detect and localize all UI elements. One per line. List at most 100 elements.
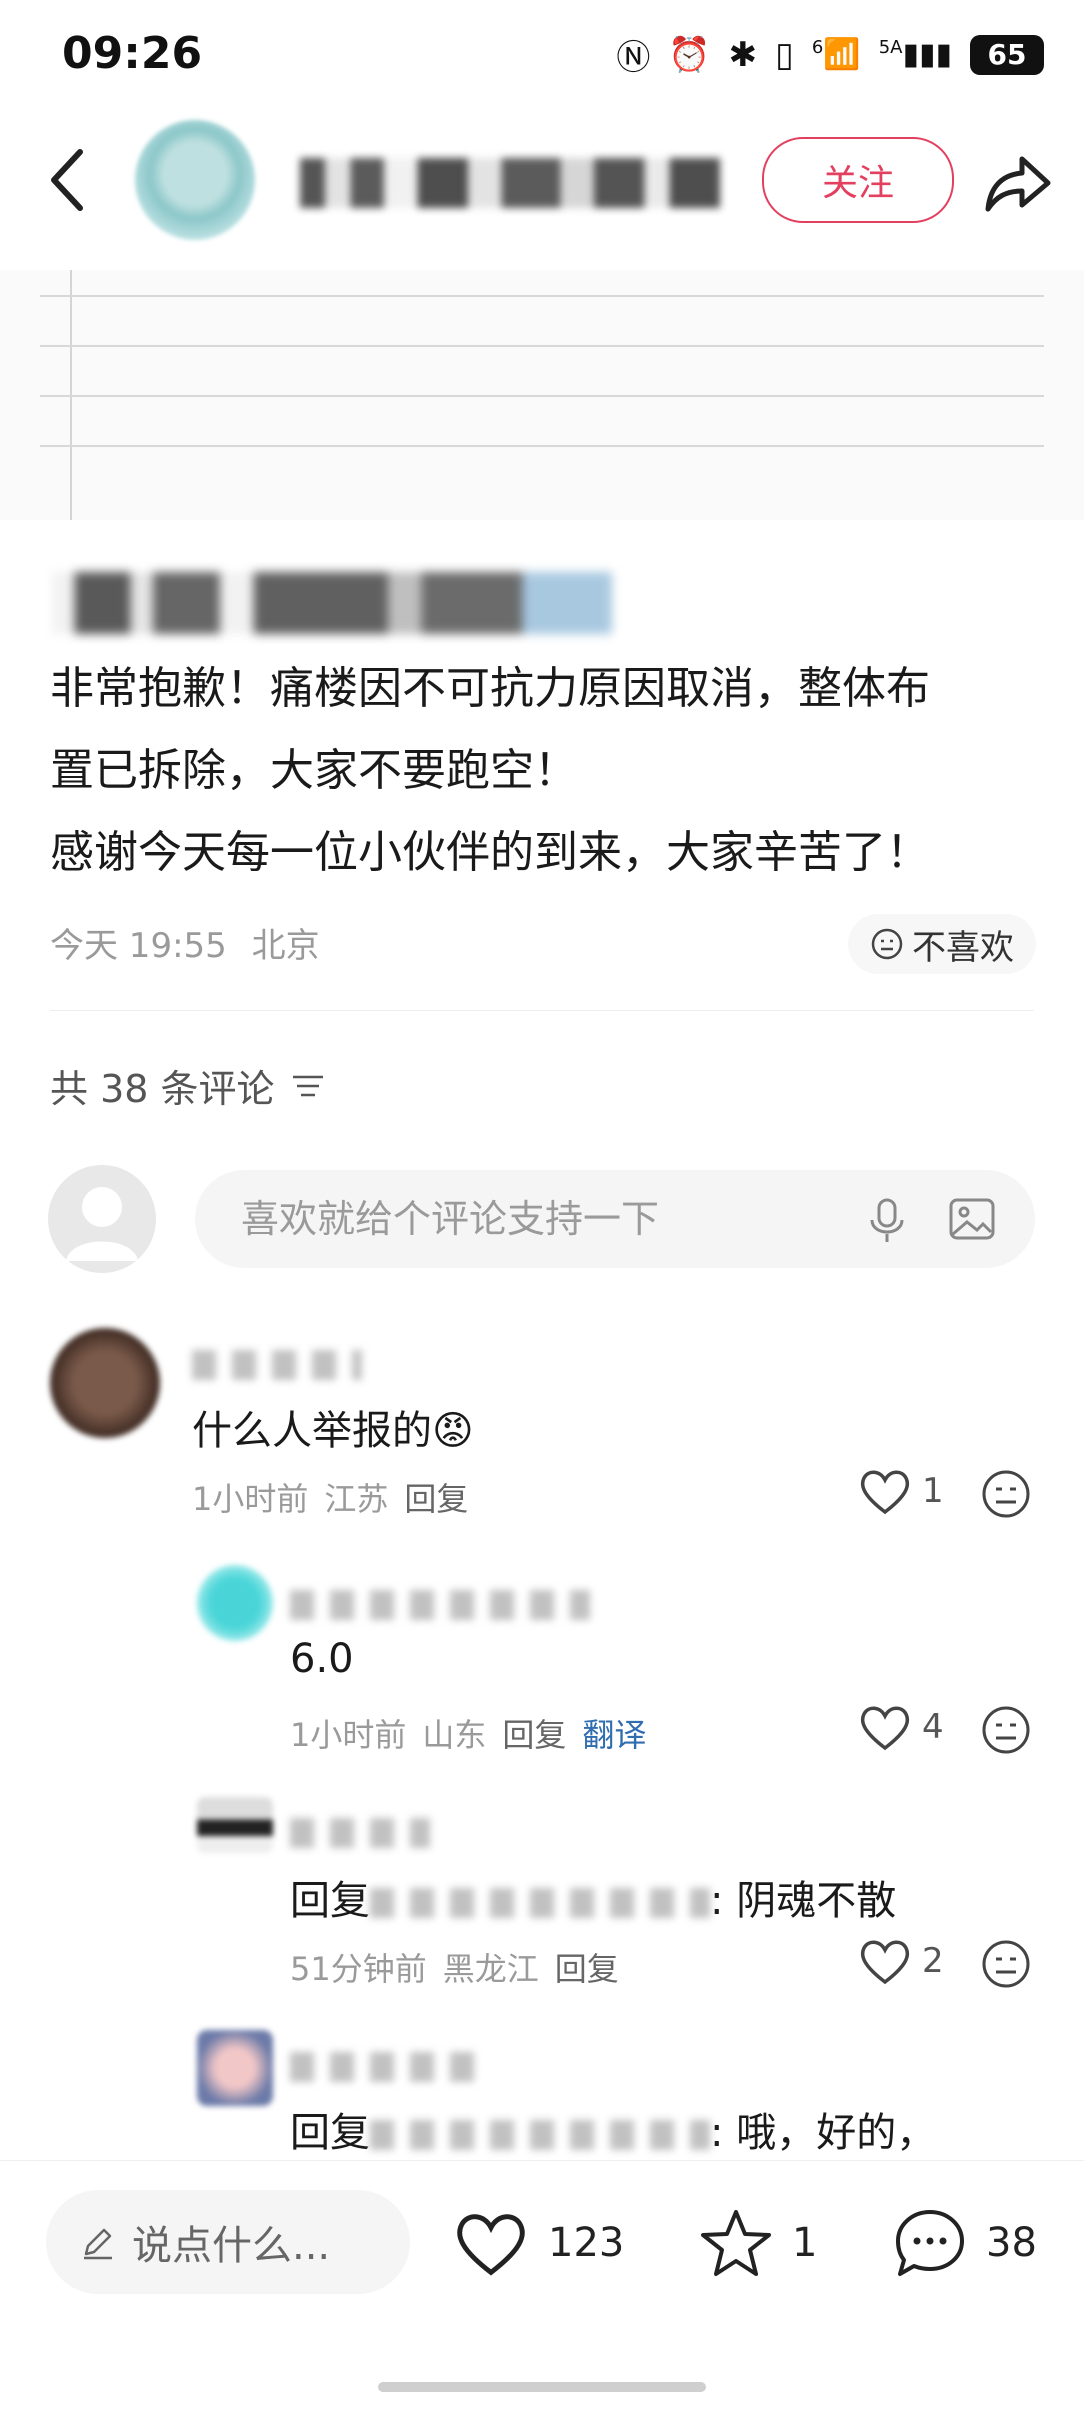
post-title-blurred: [52, 572, 612, 634]
comment-author-blurred[interactable]: [290, 1818, 430, 1848]
notebook-line: [40, 395, 1044, 397]
heart-icon: [860, 1940, 910, 1985]
reply-button[interactable]: 回复: [404, 1474, 468, 1520]
comment-location: 山东: [422, 1716, 487, 1754]
like-count: 1: [922, 1471, 944, 1511]
neutral-face-icon: [871, 928, 903, 960]
network-label: 5A: [878, 37, 903, 58]
like-count: 2: [922, 1941, 944, 1981]
comment-author-blurred[interactable]: [192, 1350, 362, 1380]
comment-text: 6.0: [290, 1636, 354, 1682]
author-avatar[interactable]: [135, 120, 255, 240]
comment-count-bottom: 38: [986, 2220, 1037, 2266]
post-line: 非常抱歉！痛楼因不可抗力原因取消，整体布: [50, 663, 930, 714]
nfc-icon: Ⓝ: [616, 38, 651, 78]
heart-icon: [860, 1470, 910, 1515]
post-line: 感谢今天每一位小伙伴的到来，大家辛苦了！: [50, 827, 930, 878]
comment-bubble-icon: [896, 2210, 964, 2276]
comment-avatar[interactable]: [197, 1797, 273, 1853]
favorite-button[interactable]: 1: [698, 2206, 817, 2280]
vibrate-icon: ▯: [775, 34, 794, 75]
reply-target-blurred[interactable]: [370, 2120, 710, 2150]
comment-meta: 51分钟前 黑龙江 回复: [290, 1944, 619, 1990]
image-icon[interactable]: [945, 1192, 999, 1246]
comment-text-content: : 哦，好的，: [710, 2110, 937, 2156]
comment-input[interactable]: [239, 1196, 803, 1242]
comment-text: 回复 : 哦，好的，: [290, 2100, 936, 2158]
like-count: 4: [922, 1707, 944, 1747]
share-icon[interactable]: [980, 145, 1056, 221]
notebook-line: [40, 445, 1044, 447]
translate-button[interactable]: 翻译: [582, 1710, 646, 1756]
post-content: 非常抱歉！痛楼因不可抗力原因取消，整体布 置已拆除，大家不要跑空！ 感谢今天每一…: [50, 648, 1040, 894]
star-icon: [701, 2210, 771, 2276]
reply-prefix: 回复: [290, 1878, 370, 1924]
comment-avatar[interactable]: [197, 1565, 273, 1641]
say-placeholder: 说点什么...: [132, 2223, 331, 2269]
notebook-line: [40, 295, 1044, 297]
sort-icon[interactable]: [291, 1071, 325, 1101]
comment-text: 什么人举报的😡: [192, 1398, 474, 1456]
heart-icon: [860, 1706, 910, 1751]
comment-author-blurred[interactable]: [290, 2052, 490, 2082]
dislike-face-icon[interactable]: [980, 1704, 1032, 1756]
comment-author-blurred[interactable]: [290, 1590, 590, 1620]
dislike-face-icon[interactable]: [980, 1468, 1032, 1520]
reply-prefix: 回复: [290, 2110, 370, 2156]
comment-meta: 1小时前 江苏 回复: [192, 1474, 468, 1520]
home-indicator[interactable]: [378, 2382, 706, 2392]
post-meta: 今天 19:55 北京: [50, 918, 320, 967]
like-count: 123: [548, 2220, 625, 2266]
comment-like[interactable]: 1: [858, 1466, 944, 1516]
default-user-icon: [66, 1187, 138, 1261]
author-name-blurred[interactable]: [300, 158, 720, 208]
wifi-icon: 6📶: [811, 37, 861, 72]
heart-icon: [457, 2214, 525, 2276]
comment-count[interactable]: 共 38 条评论: [50, 1058, 325, 1113]
reply-button[interactable]: 回复: [555, 1944, 619, 1990]
pencil-icon: [84, 2228, 112, 2260]
post-location: 北京: [251, 926, 320, 966]
comment-time: 51分钟前: [290, 1950, 427, 1988]
my-avatar[interactable]: [48, 1165, 156, 1273]
say-something-input[interactable]: 说点什么...: [46, 2190, 410, 2294]
dislike-label: 不喜欢: [912, 927, 1014, 968]
comment-count-text: 共 38 条评论: [50, 1067, 275, 1111]
comment-like[interactable]: 4: [858, 1702, 944, 1752]
star-count: 1: [792, 2220, 818, 2266]
comment-text-content: : 阴魂不散: [710, 1878, 897, 1924]
comment-avatar[interactable]: [197, 2030, 273, 2106]
reply-button[interactable]: 回复: [502, 1710, 566, 1756]
post-time: 今天 19:55: [50, 926, 227, 966]
comment-time: 1小时前: [290, 1716, 407, 1754]
comment-like[interactable]: 2: [858, 1936, 944, 1986]
comment-text-content: 什么人举报的: [192, 1408, 432, 1454]
battery-level: 65: [987, 38, 1027, 71]
dislike-face-icon[interactable]: [980, 1938, 1032, 1990]
comment-time: 1小时前: [192, 1480, 309, 1518]
alarm-icon: ⏰: [668, 34, 711, 75]
battery-icon: 65: [970, 34, 1044, 75]
status-icons: Ⓝ ⏰ ✱ ▯ 6📶 5A▮▮▮ 65: [616, 30, 1044, 79]
comment-meta: 1小时前 山东 回复 翻译: [290, 1710, 646, 1756]
comment-text: 回复 : 阴魂不散: [290, 1868, 896, 1926]
cellular-icon: 5A▮▮▮: [878, 37, 952, 72]
dislike-button[interactable]: 不喜欢: [848, 914, 1036, 974]
divider: [50, 1010, 1034, 1011]
status-time: 09:26: [62, 28, 203, 79]
comment-input-box[interactable]: [195, 1170, 1035, 1268]
comment-location: 江苏: [324, 1480, 389, 1518]
comment-button[interactable]: 38: [892, 2206, 1037, 2280]
back-icon[interactable]: [40, 140, 100, 220]
follow-button[interactable]: 关注: [762, 137, 954, 223]
microphone-icon[interactable]: [860, 1192, 914, 1246]
notebook-line: [40, 345, 1044, 347]
comment-avatar[interactable]: [50, 1328, 160, 1438]
post-line: 置已拆除，大家不要跑空！: [50, 745, 578, 796]
bluetooth-icon: ✱: [728, 34, 758, 75]
angry-emoji-icon: 😡: [432, 1408, 474, 1454]
reply-target-blurred[interactable]: [370, 1888, 710, 1918]
like-button[interactable]: 123: [452, 2208, 624, 2278]
comment-location: 黑龙江: [442, 1950, 539, 1988]
post-image[interactable]: [0, 270, 1084, 520]
